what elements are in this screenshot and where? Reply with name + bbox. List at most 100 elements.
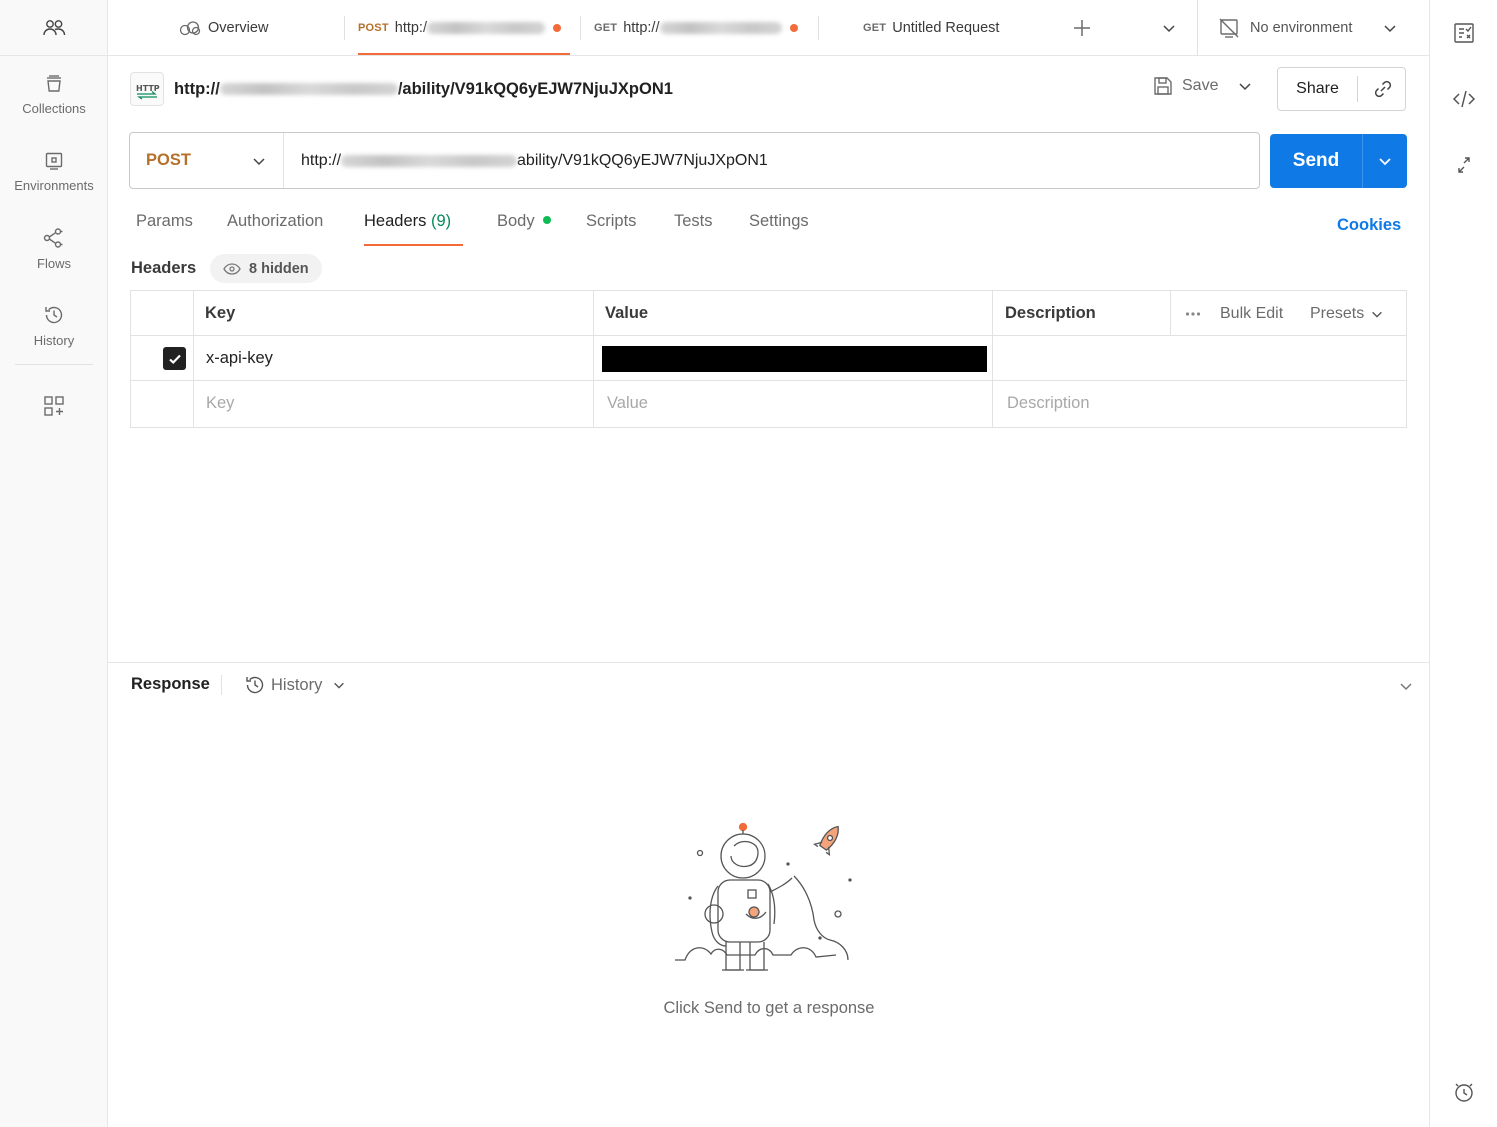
tab-separator: [344, 16, 345, 40]
url-bar: POST http:// ability/V91kQQ6yEJW7NjuJXpO…: [129, 132, 1260, 189]
column-key-header: Key: [205, 304, 236, 322]
tab-method: GET: [863, 22, 887, 34]
chevron-down-icon: [1372, 311, 1383, 318]
sidebar-item-flows[interactable]: Flows: [0, 210, 108, 287]
presets-dropdown[interactable]: Presets: [1310, 291, 1384, 336]
tab-params[interactable]: Params: [136, 212, 193, 231]
redacted-url: [659, 22, 782, 34]
hidden-count: 8 hidden: [249, 260, 309, 277]
tab-authorization[interactable]: Authorization: [227, 212, 323, 231]
title-prefix: http://: [174, 79, 220, 98]
method-select[interactable]: POST: [130, 133, 284, 188]
tab-body[interactable]: Body: [497, 212, 551, 231]
tab-untitled-request[interactable]: GET Untitled Request: [863, 0, 999, 56]
body-indicator-dot: [542, 215, 551, 224]
apps-button[interactable]: [0, 365, 107, 417]
row-checkbox[interactable]: [163, 336, 186, 381]
chevron-down-icon[interactable]: [1161, 20, 1177, 36]
active-tab-indicator: [364, 244, 463, 246]
send-button[interactable]: Send: [1270, 134, 1363, 188]
tab-label: Untitled Request: [892, 20, 1000, 36]
tab-label: http:/: [394, 20, 427, 36]
save-icon: [1154, 77, 1172, 95]
more-icon[interactable]: [1185, 291, 1201, 336]
sidebar-item-label: Collections: [22, 100, 86, 116]
chevron-down-icon[interactable]: [1237, 78, 1253, 94]
tab-settings[interactable]: Settings: [749, 212, 809, 231]
value-input[interactable]: Value: [607, 381, 987, 426]
save-button[interactable]: Save: [1152, 75, 1253, 97]
response-history-dropdown[interactable]: History: [244, 674, 346, 696]
redacted-host: [341, 154, 518, 167]
table-header-row: Key Value Description Bulk Edit Presets: [131, 291, 1406, 336]
chevron-down-icon[interactable]: [1398, 678, 1414, 694]
chevron-down-icon: [1379, 158, 1391, 166]
sidebar-item-collections[interactable]: Collections: [0, 56, 108, 133]
tab-bar: Overview POST http:/ GET http:// GET Unt…: [108, 0, 1429, 56]
help-icon[interactable]: [1452, 1080, 1476, 1104]
header-description-cell[interactable]: [1006, 336, 1404, 381]
presets-label: Presets: [1310, 304, 1365, 322]
environment-selector[interactable]: No environment: [1218, 0, 1398, 56]
column-divider: [1170, 291, 1171, 336]
method-label: POST: [146, 151, 191, 169]
documentation-icon[interactable]: [1452, 21, 1476, 45]
plus-icon[interactable]: [1072, 18, 1092, 38]
description-input[interactable]: Description: [1007, 381, 1405, 426]
apps-icon: [43, 396, 64, 416]
cookies-link[interactable]: Cookies: [1337, 216, 1401, 235]
save-label: Save: [1182, 77, 1219, 94]
tab-tests[interactable]: Tests: [674, 212, 713, 231]
empty-response-message: Click Send to get a response: [663, 999, 875, 1017]
tab-overview[interactable]: Overview: [178, 0, 268, 56]
tab-post-request[interactable]: POST http:/: [358, 0, 561, 56]
sidebar-item-label: Environments: [14, 177, 94, 193]
share-button-group: Share: [1277, 67, 1406, 111]
tab-headers[interactable]: Headers (9): [364, 212, 451, 231]
redacted-url: [427, 22, 545, 34]
chevron-down-icon: [334, 682, 345, 689]
no-env-icon: [1219, 18, 1239, 38]
svg-text:HTTP: HTTP: [136, 84, 160, 93]
unsaved-dot: [553, 24, 561, 32]
cloud-icon: [179, 21, 201, 36]
history-icon: [246, 676, 264, 694]
collections-icon: [47, 74, 61, 92]
share-button[interactable]: Share: [1278, 76, 1358, 102]
tab-scripts[interactable]: Scripts: [586, 212, 636, 231]
astronaut-illustration: [675, 822, 852, 971]
bulk-edit-button[interactable]: Bulk Edit: [1220, 291, 1283, 336]
request-title[interactable]: HTTP http:// /ability/V91kQQ6yEJW7NjuJXp…: [130, 72, 673, 106]
checkmark-icon: [163, 347, 186, 370]
title-suffix: /ability/V91kQQ6yEJW7NjuJXpON1: [397, 79, 673, 98]
sidebar-item-history[interactable]: History: [0, 287, 108, 364]
code-icon[interactable]: [1452, 87, 1476, 111]
tab-label: http://: [623, 20, 660, 36]
sidebar-item-label: Flows: [37, 255, 71, 271]
team-button[interactable]: [0, 0, 107, 56]
table-row: x-api-key: [131, 336, 1406, 381]
right-sidebar: [1429, 0, 1497, 1127]
hidden-headers-toggle[interactable]: 8 hidden: [210, 254, 322, 283]
url-input[interactable]: http:// ability/V91kQQ6yEJW7NjuJXpON1: [284, 152, 768, 170]
tab-get-request[interactable]: GET http://: [594, 0, 798, 56]
header-key-cell[interactable]: x-api-key: [206, 336, 273, 381]
team-icon: [42, 19, 65, 35]
send-options-button[interactable]: [1363, 153, 1407, 169]
tab-separator: [580, 16, 581, 40]
chevron-down-icon: [1384, 25, 1396, 33]
headers-count: (9): [430, 212, 452, 230]
active-tab-indicator: [358, 53, 570, 55]
chevron-down-icon: [253, 157, 265, 165]
redacted-host: [219, 83, 398, 95]
response-divider[interactable]: [108, 662, 1429, 663]
left-sidebar: Collections Environments Flows History: [0, 0, 108, 1127]
response-title: Response: [131, 675, 210, 693]
sidebar-item-environments[interactable]: Environments: [0, 133, 108, 210]
expand-icon[interactable]: [1452, 153, 1476, 177]
link-icon[interactable]: [1372, 78, 1394, 100]
http-icon: HTTP: [130, 72, 164, 106]
header-value-cell[interactable]: [602, 336, 987, 381]
table-row-empty: Key Value Description: [131, 381, 1406, 426]
key-input[interactable]: Key: [206, 381, 586, 426]
